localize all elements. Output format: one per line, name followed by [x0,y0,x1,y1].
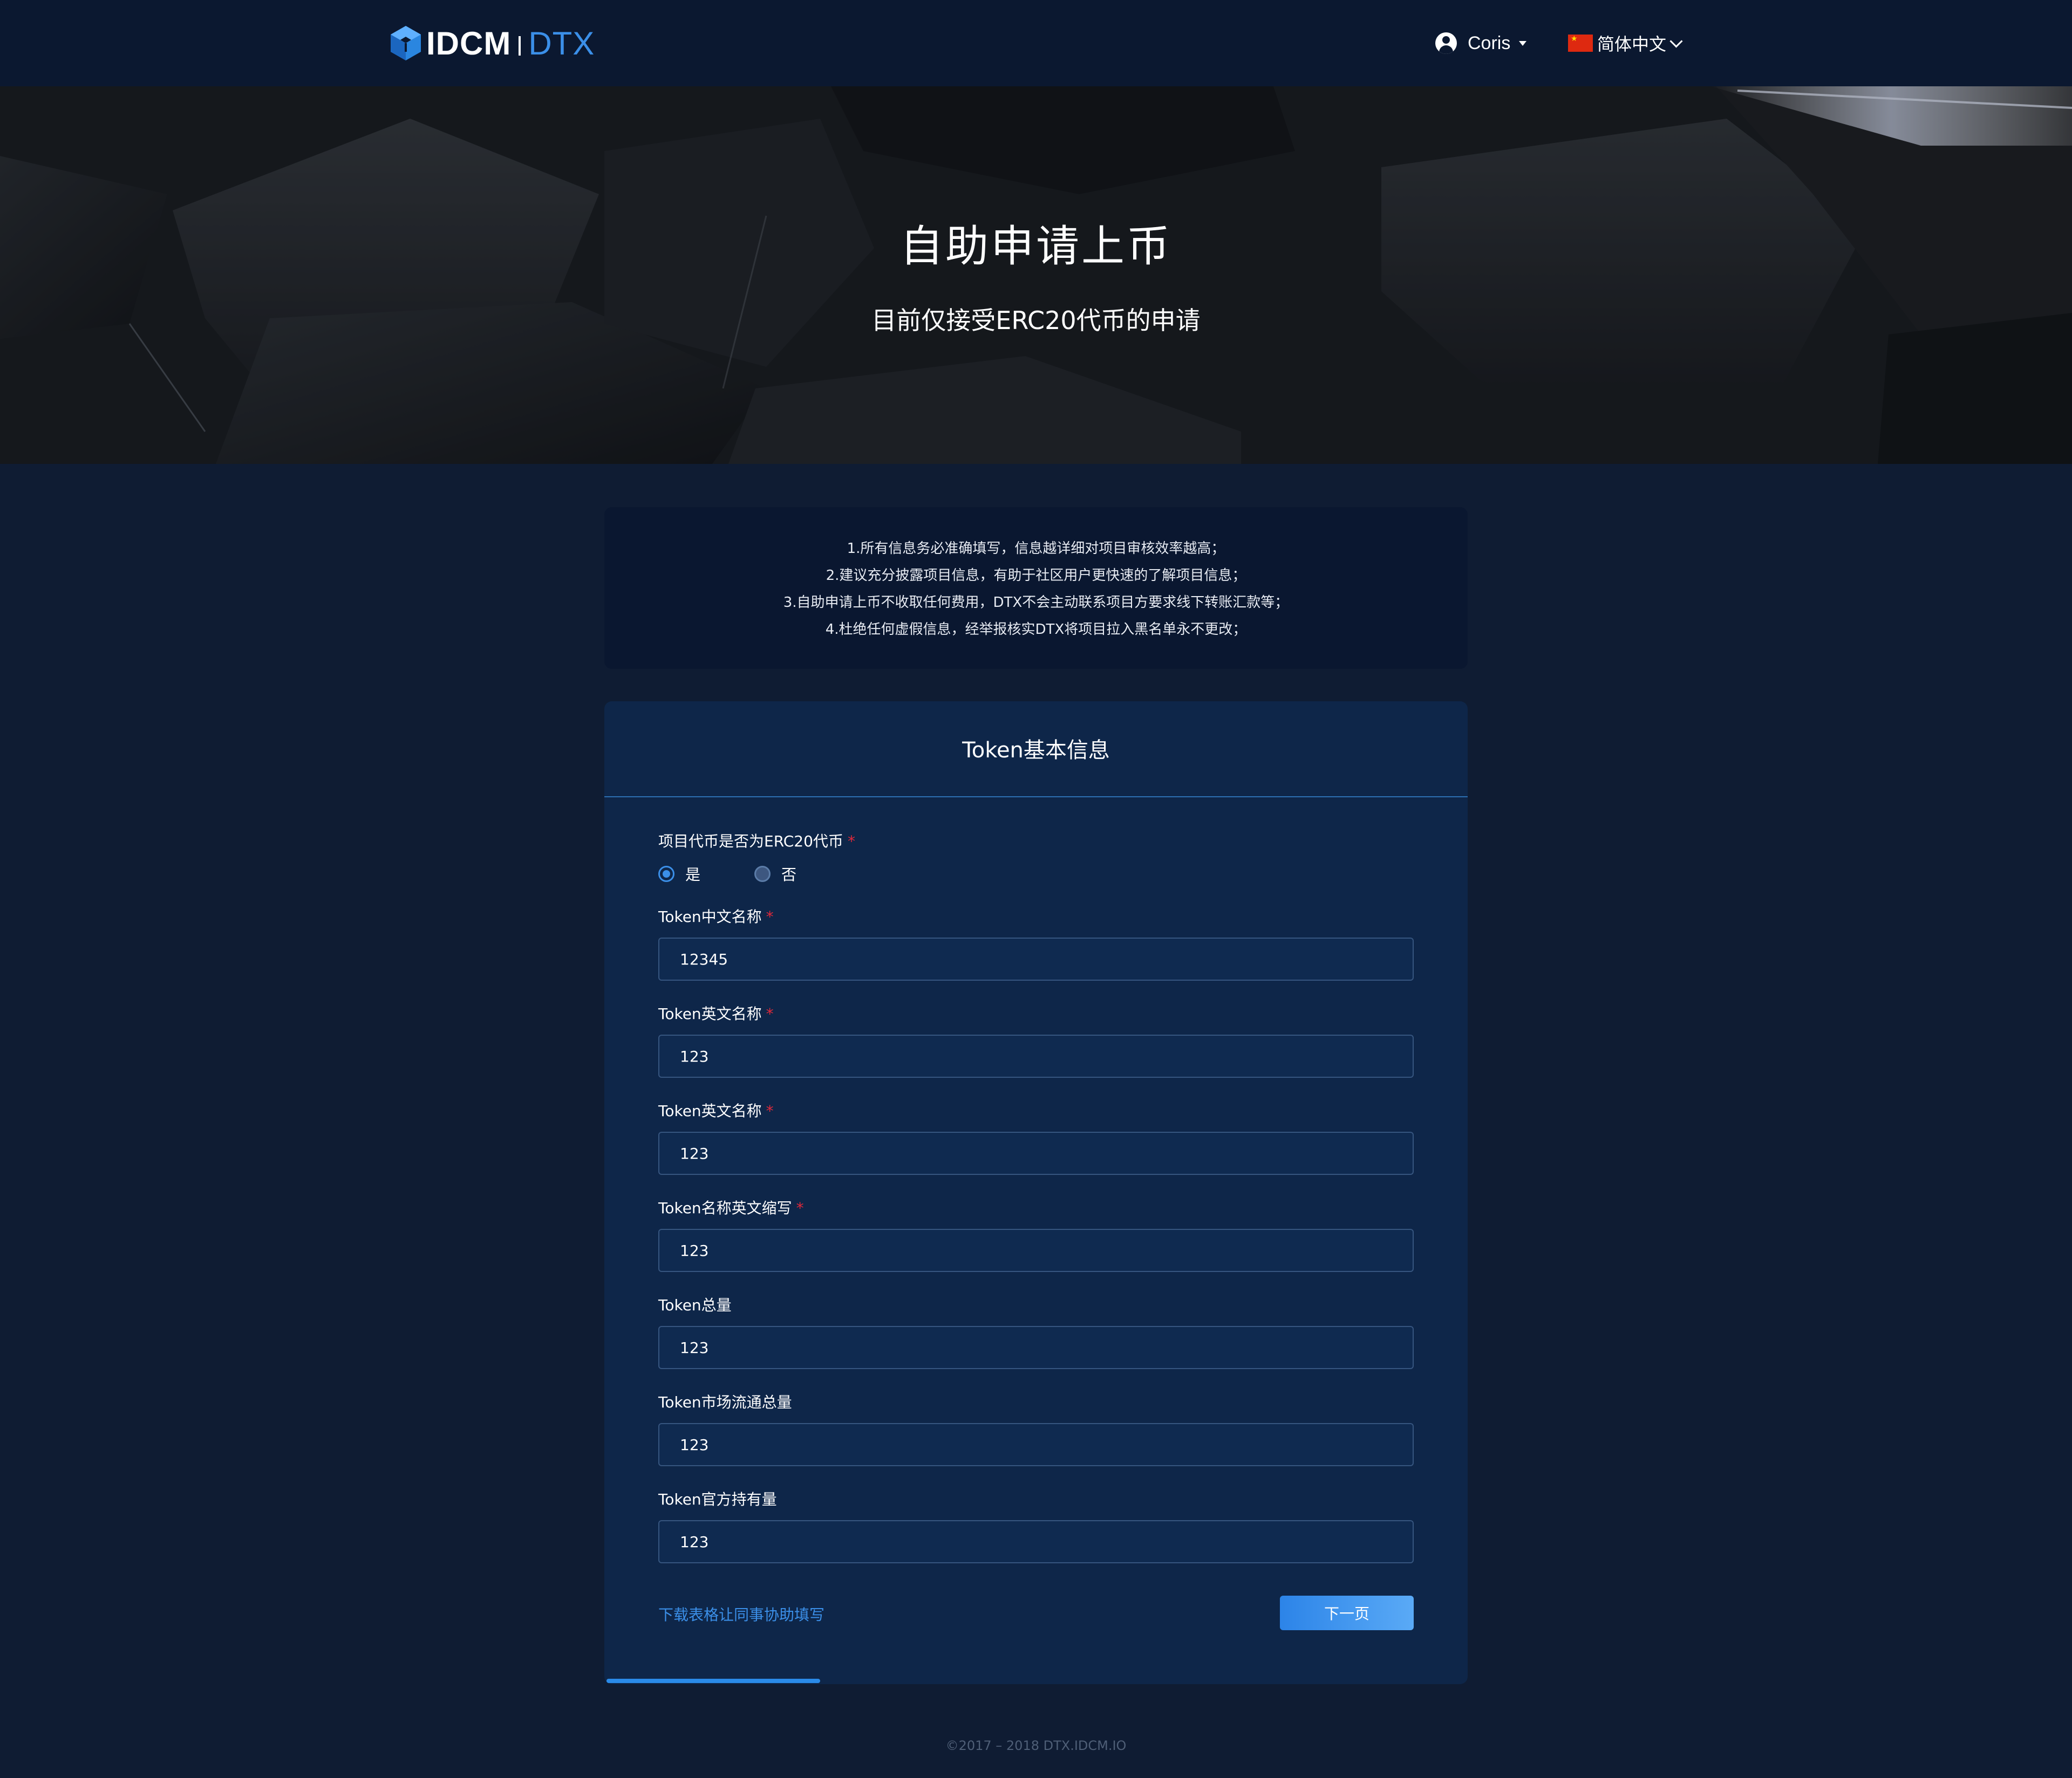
notice-line: 3.自助申请上币不收取任何费用，DTX不会主动联系项目方要求线下转账汇款等； [783,594,1289,611]
radio-option-yes[interactable]: 是 [658,863,700,885]
token-en-name-input[interactable] [658,1035,1414,1078]
notice-list: 1.所有信息务必准确填写，信息越详细对项目审核效率越高； 2.建议充分披露项目信… [604,535,1468,643]
field-label-token-symbol: Token名称英文缩写 * [658,1196,804,1218]
page-title: 自助申请上币 [900,221,1172,271]
next-page-button[interactable]: 下一页 [1280,1596,1414,1630]
logo-cube-icon [391,26,421,60]
field-label-text: Token总量 [658,1296,732,1314]
field-label-text: Token英文名称 [658,1102,762,1120]
required-mark: * [766,908,774,926]
radio-label-no: 否 [781,866,797,884]
logo[interactable]: IDCM DTX [390,22,595,65]
user-avatar-icon [1435,32,1457,54]
field-label-token-cn-name: Token中文名称 * [658,905,774,927]
required-mark: * [796,1199,804,1217]
radio-label-yes: 是 [685,866,701,884]
footer-copyright: ©2017 – 2018 DTX.IDCM.IO [945,1738,1127,1753]
field-label-text: Token名称英文缩写 [658,1199,792,1217]
notice-line: 2.建议充分披露项目信息，有助于社区用户更快速的了解项目信息； [826,567,1246,584]
field-label-token-official-holding: Token官方持有量 [658,1488,777,1509]
language-selector[interactable]: 简体中文 [1568,28,1683,58]
required-mark: * [766,1102,774,1120]
token-circulating-input[interactable] [658,1423,1414,1466]
token-total-supply-input[interactable] [658,1326,1414,1369]
field-label-text: Token英文名称 [658,1005,762,1023]
chevron-down-icon [1669,34,1683,48]
china-flag-icon [1568,35,1593,52]
user-menu[interactable]: Coris [1435,28,1527,58]
notice-line: 4.杜绝任何虚假信息，经举报核实DTX将项目拉入黑名单永不更改； [825,621,1247,638]
language-label: 简体中文 [1597,34,1667,54]
required-mark: * [847,832,855,850]
hexagon-background [0,86,2072,464]
logo-text: IDCM DTX [426,25,595,62]
required-mark: * [766,1005,774,1023]
token-en-name-input-2[interactable] [658,1132,1414,1175]
download-form-link[interactable]: 下载表格让同事协助填写 [658,1603,824,1625]
token-cn-name-input[interactable] [658,938,1414,981]
field-label-token-total-supply: Token总量 [658,1294,732,1315]
field-label-text: Token市场流通总量 [658,1393,792,1411]
field-label-token-en-name-2: Token英文名称 * [658,1099,774,1121]
logo-brand: IDCM [426,25,512,61]
field-label-text: Token中文名称 [658,908,762,926]
radio-unchecked-icon[interactable] [754,866,771,882]
erc20-question-text: 项目代币是否为ERC20代币 [658,832,843,850]
radio-option-no[interactable]: 否 [754,863,796,885]
field-label-token-circulating: Token市场流通总量 [658,1391,792,1412]
caret-down-icon [1519,40,1527,46]
hero-banner: 自助申请上币 目前仅接受ERC20代币的申请 [0,86,2072,464]
erc20-radio-group: 是 否 [658,863,850,885]
token-info-form: Token基本信息 项目代币是否为ERC20代币 * 是 否 Token中文名称 *… [604,701,1468,1684]
top-nav: IDCM DTX Coris 简体中文 [0,0,2072,86]
notice-box: 1.所有信息务必准确填写，信息越详细对项目审核效率越高； 2.建议充分披露项目信… [604,507,1468,669]
form-progress-bar [606,1679,820,1683]
field-label-token-en-name: Token英文名称 * [658,1002,774,1024]
token-official-holding-input[interactable] [658,1520,1414,1563]
page: IDCM DTX Coris 简体中文 [0,0,2072,1778]
form-title: Token基本信息 [962,738,1110,763]
logo-divider [519,36,521,56]
radio-checked-icon[interactable] [658,866,674,882]
field-label-text: Token官方持有量 [658,1490,777,1508]
user-name: Coris [1468,32,1511,53]
page-subtitle: 目前仅接受ERC20代币的申请 [871,306,1201,335]
erc20-question-label: 项目代币是否为ERC20代币 * [658,830,855,851]
form-divider [604,796,1468,797]
logo-product: DTX [528,25,595,61]
token-symbol-input[interactable] [658,1229,1414,1272]
notice-line: 1.所有信息务必准确填写，信息越详细对项目审核效率越高； [847,541,1225,557]
